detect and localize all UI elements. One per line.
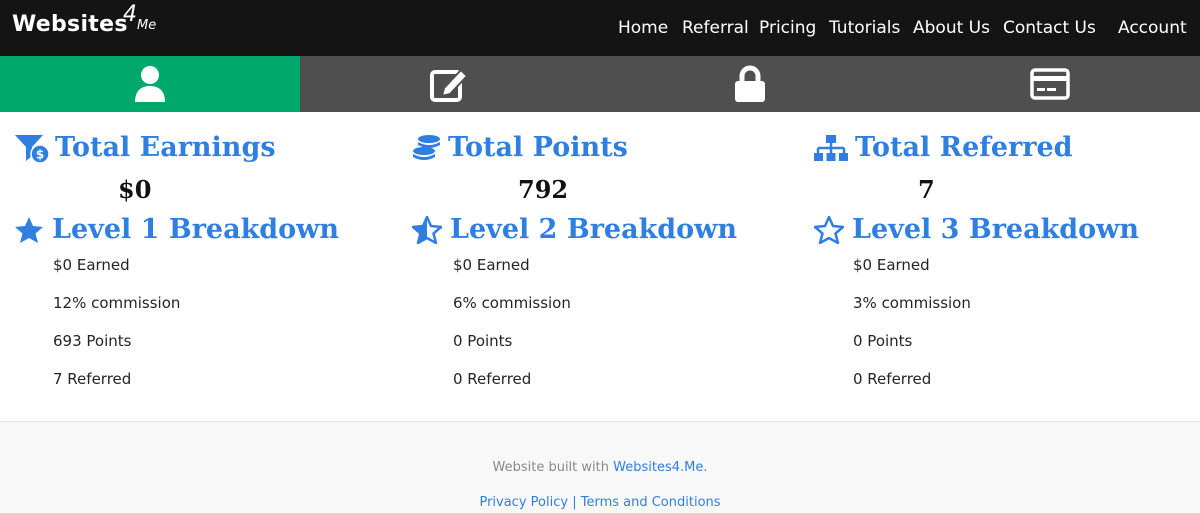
top-navbar: Websites 4 Me Home Referral Pricing Tuto… (0, 0, 1200, 56)
level-3-commission: 3% commission (853, 294, 971, 312)
level-1-points: 693 Points (53, 332, 132, 350)
level-1-earned: $0 Earned (53, 256, 130, 274)
websites4me-link[interactable]: Websites4.Me. (613, 460, 707, 475)
brand-number: 4 (123, 2, 137, 27)
nav-home[interactable]: Home (618, 18, 668, 38)
nav-tutorials[interactable]: Tutorials (829, 18, 900, 38)
level-3-title: Level 3 Breakdown (852, 214, 1140, 245)
coins-icon (413, 135, 440, 160)
tab-security[interactable] (600, 56, 900, 112)
tab-profile[interactable] (0, 56, 300, 112)
level-2-commission: 6% commission (453, 294, 571, 312)
level-2-points: 0 Points (453, 332, 513, 350)
level-3-referred: 0 Referred (853, 370, 932, 388)
brand-suffix: Me (137, 18, 157, 33)
total-earnings-label: Total Earnings (55, 132, 276, 163)
total-referred-label: Total Referred (855, 132, 1073, 163)
account-tabs (0, 56, 1200, 112)
level-3-points: 0 Points (853, 332, 913, 350)
brand-name: Websites (12, 12, 128, 37)
total-referred-value: 7 (918, 175, 935, 204)
nav-about[interactable]: About Us (913, 18, 990, 38)
star-solid-icon (15, 217, 43, 243)
star-half-icon (412, 216, 442, 244)
level-1-commission: 12% commission (53, 294, 181, 312)
level-3-earned: $0 Earned (853, 256, 930, 274)
built-with-line: Website built with Websites4.Me. (0, 460, 1200, 475)
built-with-text: Website built with (492, 460, 614, 475)
sitemap-icon (814, 135, 848, 161)
lock-icon (735, 65, 765, 102)
level-2-referred: 0 Referred (453, 370, 532, 388)
edit-icon (430, 68, 469, 102)
credit-card-icon (1030, 68, 1070, 100)
nav-account[interactable]: Account (1118, 18, 1187, 38)
level-2-title: Level 2 Breakdown (450, 214, 738, 245)
nav-referral[interactable]: Referral (682, 18, 749, 38)
page-footer: Website built with Websites4.Me. Privacy… (0, 421, 1200, 513)
total-points-value: 792 (518, 175, 569, 204)
tab-edit[interactable] (300, 56, 600, 112)
total-points-label: Total Points (448, 132, 628, 163)
level-2-earned: $0 Earned (453, 256, 530, 274)
level-1-referred: 7 Referred (53, 370, 132, 388)
legal-links: Privacy Policy | Terms and Conditions (0, 495, 1200, 510)
privacy-policy-link[interactable]: Privacy Policy (479, 495, 568, 510)
star-outline-icon (814, 216, 844, 244)
svg-text:$: $ (36, 148, 44, 162)
level-1-title: Level 1 Breakdown (52, 214, 340, 245)
link-separator: | (568, 495, 581, 510)
nav-contact[interactable]: Contact Us (1003, 18, 1096, 38)
user-icon (135, 66, 165, 102)
total-earnings-value: $0 (118, 175, 152, 204)
funnel-dollar-icon: $ (15, 135, 50, 164)
terms-link[interactable]: Terms and Conditions (581, 495, 721, 510)
nav-pricing[interactable]: Pricing (759, 18, 816, 38)
tab-billing[interactable] (900, 56, 1200, 112)
